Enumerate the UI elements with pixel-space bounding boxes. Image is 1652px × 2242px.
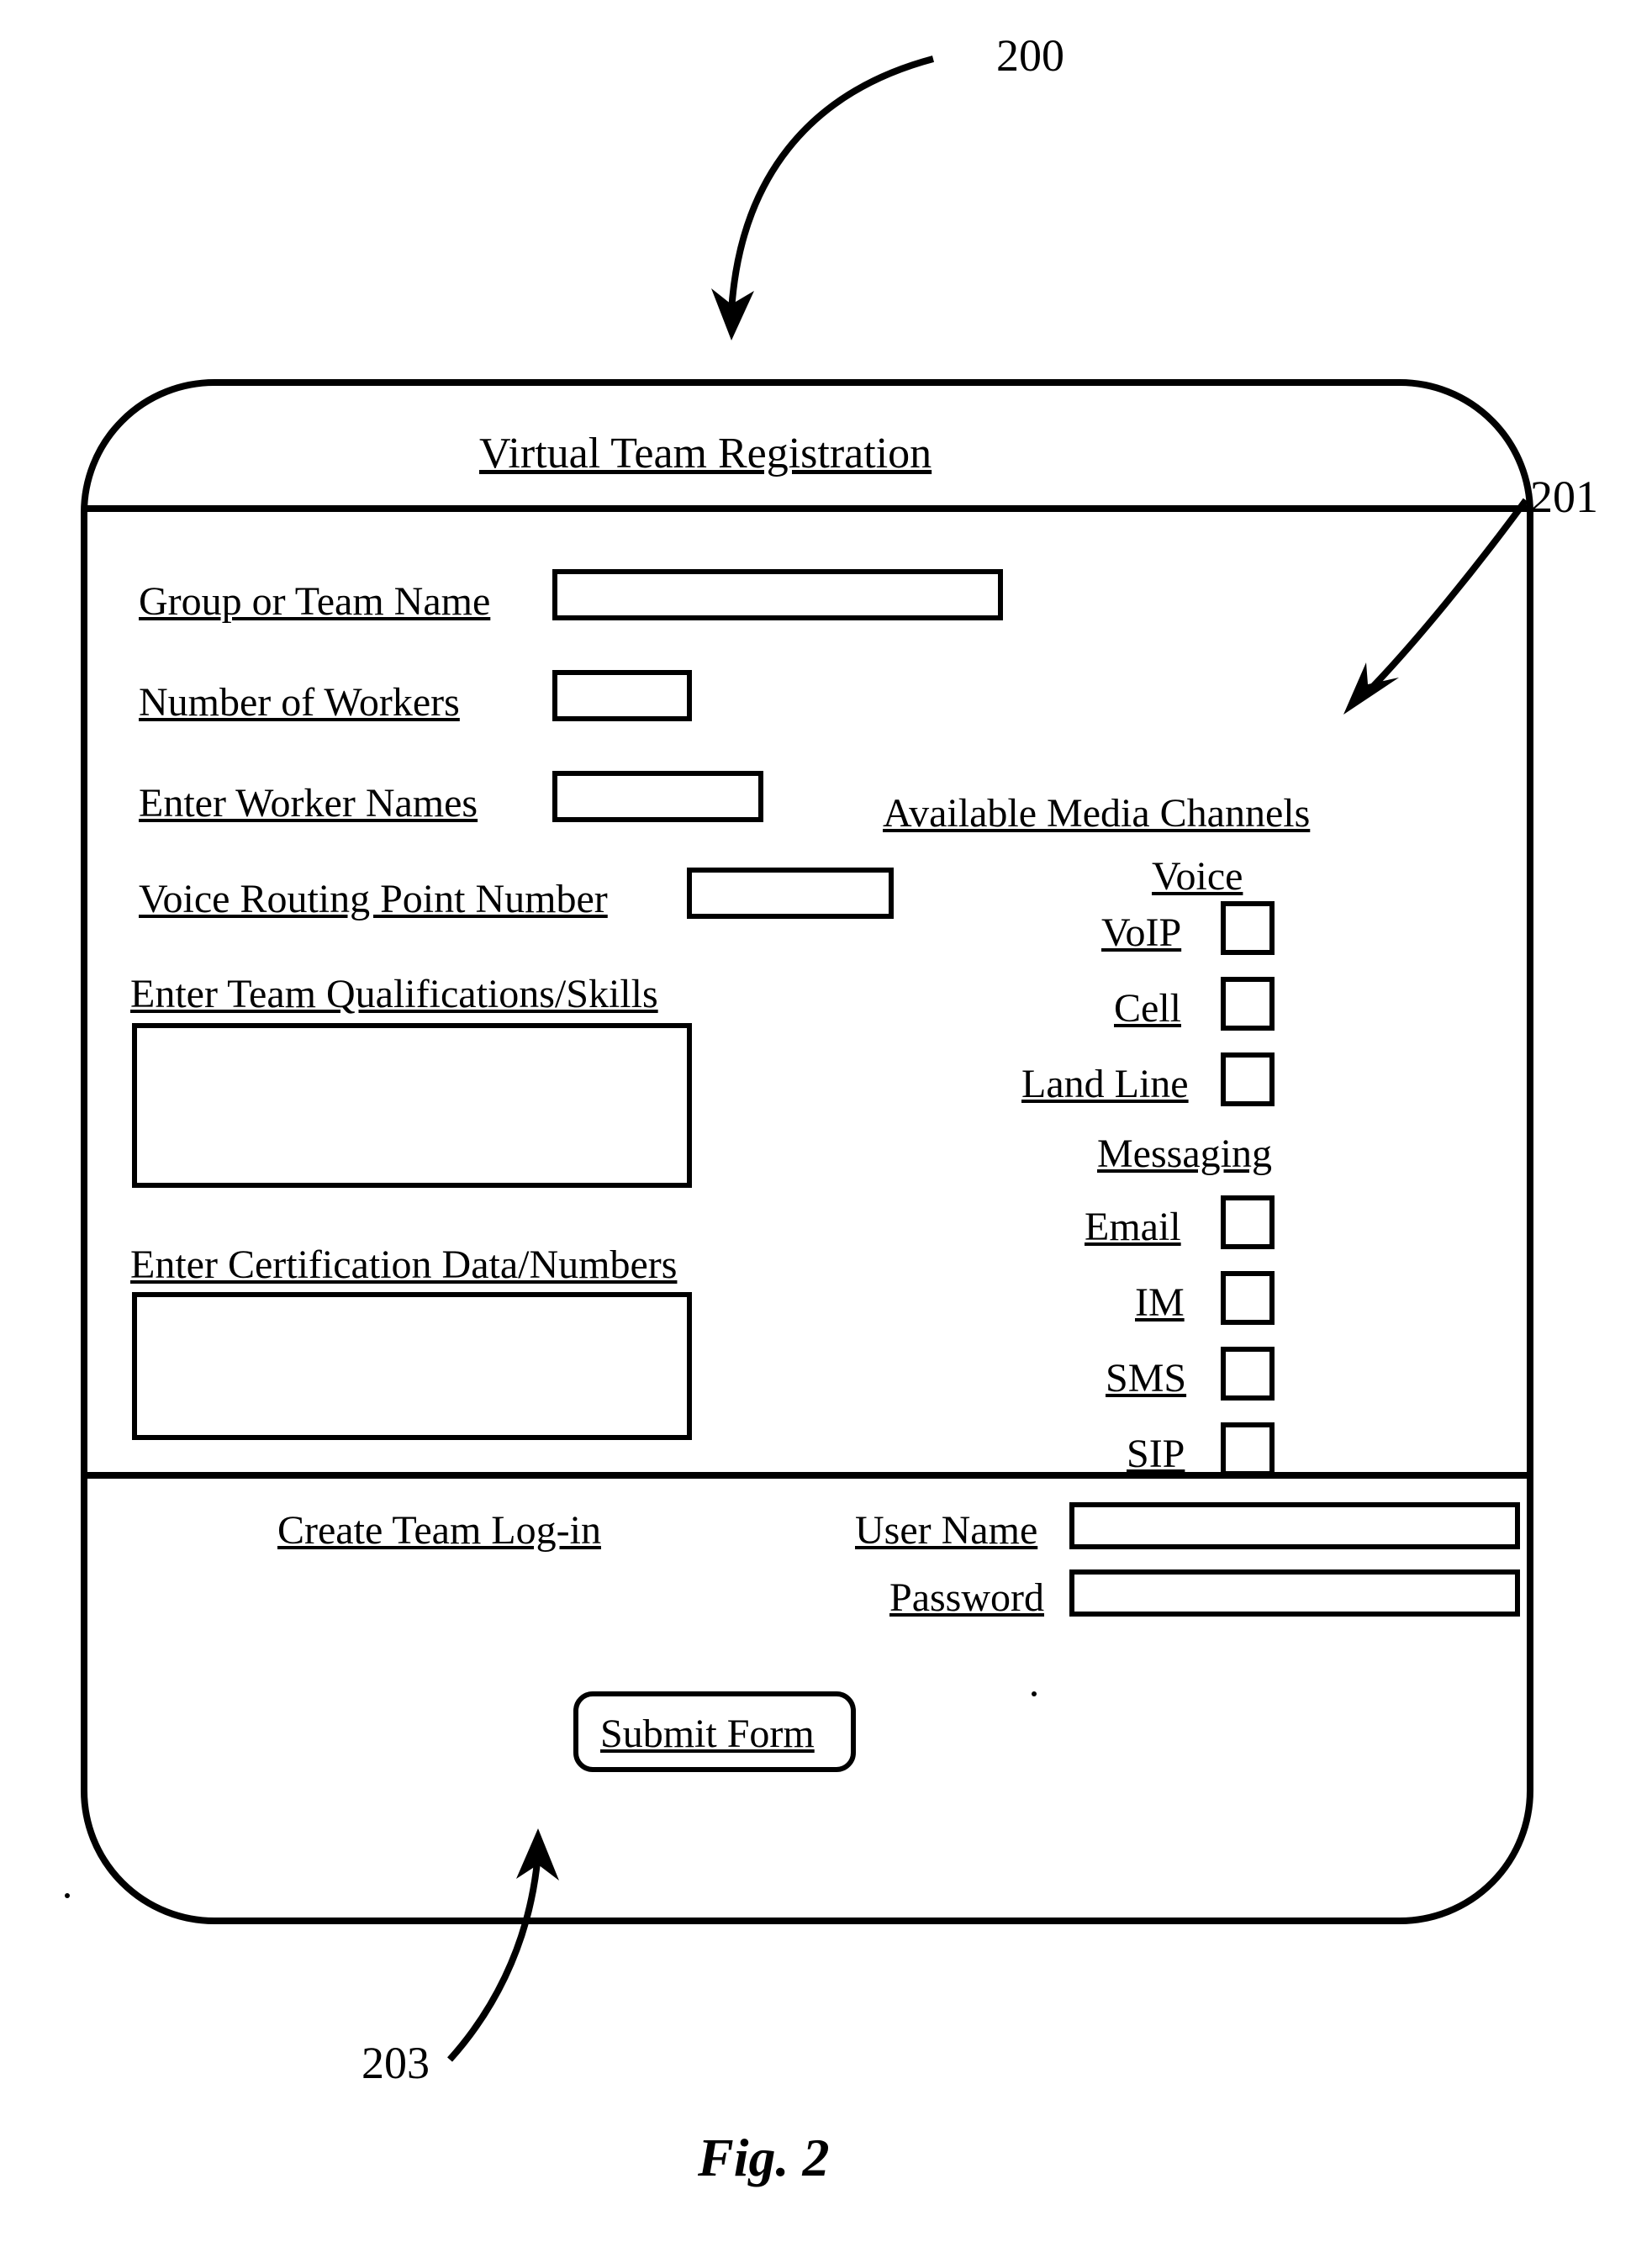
skills-textarea[interactable] <box>135 1026 689 1185</box>
num-workers-input-box[interactable] <box>555 673 689 719</box>
num-workers-label: Number of Workers <box>139 679 460 725</box>
sip-label: SIP <box>1127 1431 1185 1477</box>
landline-label: Land Line <box>1021 1061 1189 1107</box>
submit-button-label[interactable]: Submit Form <box>600 1711 815 1757</box>
group-name-label: Group or Team Name <box>139 578 490 625</box>
worker-names-label: Enter Worker Names <box>139 780 478 826</box>
group-name-input-box[interactable] <box>555 572 1000 618</box>
im-checkbox[interactable] <box>1223 1274 1272 1322</box>
voice-heading: Voice <box>1152 853 1243 899</box>
username-label: User Name <box>855 1507 1037 1554</box>
messaging-heading: Messaging <box>1097 1131 1272 1177</box>
cert-label: Enter Certification Data/Numbers <box>130 1242 677 1288</box>
routing-label: Voice Routing Point Number <box>139 876 608 922</box>
password-label: Password <box>889 1575 1044 1621</box>
figure-caption: Fig. 2 <box>698 2127 829 2189</box>
arrow-201 <box>1362 500 1526 698</box>
callout-203: 203 <box>362 2037 430 2089</box>
voip-label: VoIP <box>1101 910 1181 956</box>
cert-textarea[interactable] <box>135 1295 689 1438</box>
email-label: Email <box>1085 1204 1181 1250</box>
login-heading: Create Team Log-in <box>277 1507 601 1554</box>
password-input-box[interactable] <box>1072 1572 1517 1614</box>
landline-checkbox[interactable] <box>1223 1055 1272 1104</box>
email-checkbox[interactable] <box>1223 1198 1272 1247</box>
arrow-200 <box>731 59 933 311</box>
callout-201: 201 <box>1530 471 1598 523</box>
im-label: IM <box>1135 1279 1185 1326</box>
figure-svg <box>0 0 1652 2242</box>
arrow-203 <box>450 1854 538 2060</box>
skills-label: Enter Team Qualifications/Skills <box>130 971 658 1017</box>
page-dot <box>65 1893 70 1898</box>
worker-names-input-box[interactable] <box>555 773 761 820</box>
sms-checkbox[interactable] <box>1223 1349 1272 1398</box>
sip-checkbox[interactable] <box>1223 1425 1272 1474</box>
callout-200: 200 <box>996 29 1064 82</box>
username-input-box[interactable] <box>1072 1505 1517 1547</box>
channels-heading: Available Media Channels <box>883 790 1310 836</box>
page-dot <box>1032 1691 1037 1696</box>
routing-number-input-box[interactable] <box>689 870 891 916</box>
cell-label: Cell <box>1114 985 1181 1031</box>
patent-figure-page: 200 201 203 Virtual Team Registration Gr… <box>0 0 1652 2242</box>
voip-checkbox[interactable] <box>1223 904 1272 952</box>
sms-label: SMS <box>1106 1355 1186 1401</box>
cell-checkbox[interactable] <box>1223 979 1272 1028</box>
form-title: Virtual Team Registration <box>479 429 932 478</box>
